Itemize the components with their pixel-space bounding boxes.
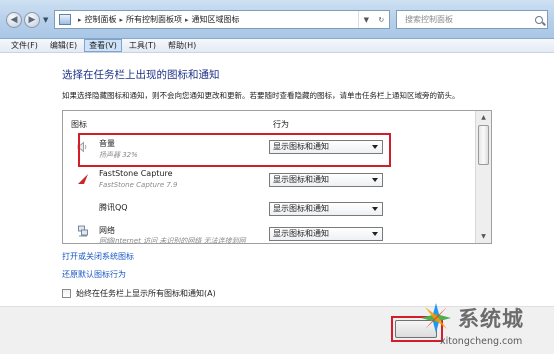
behavior-select-value: 显示图标和通知 <box>273 175 329 184</box>
history-dropdown-icon[interactable]: ▼ <box>43 16 48 24</box>
address-bar[interactable]: ▸ 控制面板 ▸ 所有控制面板项 ▸ 通知区域图标 ▼ ↻ <box>54 10 390 29</box>
chevron-right-icon[interactable]: ▸ <box>78 16 82 24</box>
chevron-right-icon[interactable]: ▸ <box>185 16 189 24</box>
breadcrumb-item[interactable]: 控制面板 <box>85 14 117 25</box>
qq-icon <box>77 197 89 209</box>
item-name: 网络 <box>99 226 115 235</box>
forward-arrow-icon: ▶ <box>28 14 36 25</box>
chevron-right-icon[interactable]: ▸ <box>120 16 124 24</box>
restore-defaults-link[interactable]: 还原默认图标行为 <box>62 269 126 280</box>
menu-help[interactable]: 帮助(H) <box>163 39 201 52</box>
chevron-down-icon <box>372 178 378 182</box>
breadcrumb-item[interactable]: 通知区域图标 <box>192 14 240 25</box>
back-arrow-icon: ◀ <box>10 14 18 25</box>
vertical-scrollbar[interactable]: ▲ ▼ <box>475 111 491 243</box>
refresh-icon[interactable]: ↻ <box>378 16 384 24</box>
item-name: FastStone Capture <box>99 169 173 178</box>
network-icon <box>78 225 88 237</box>
menu-bar: 文件(F) 编辑(E) 查看(V) 工具(T) 帮助(H) <box>0 39 554 53</box>
behavior-select-value: 显示图标和通知 <box>273 229 329 238</box>
highlight-annotation <box>78 133 391 167</box>
address-controls: ▼ ↻ <box>358 11 389 28</box>
item-name: 腾讯QQ <box>99 203 128 212</box>
scroll-up-icon[interactable]: ▲ <box>477 111 490 124</box>
system-icons-link[interactable]: 打开或关闭系统图标 <box>62 251 134 262</box>
menu-view[interactable]: 查看(V) <box>84 39 122 52</box>
item-subtitle: 网络Internet 访问 未识别的网络 无法连接到网 <box>99 237 246 244</box>
column-header-behavior: 行为 <box>273 120 289 129</box>
scrollbar-thumb[interactable] <box>478 125 489 165</box>
title-bar: ◀ ▶ ▼ ▸ 控制面板 ▸ 所有控制面板项 ▸ 通知区域图标 ▼ ↻ 搜索控制… <box>0 0 554 39</box>
watermark-url: xitongcheng.com <box>440 336 523 347</box>
search-placeholder: 搜索控制面板 <box>405 15 453 24</box>
page-description: 如果选择隐藏图标和通知，则不会向您通知更改和更新。若要随时查看隐藏的图标，请单击… <box>62 91 460 100</box>
watermark: 系统城 xitongcheng.com <box>418 300 554 353</box>
page-title: 选择在任务栏上出现的图标和通知 <box>62 69 220 81</box>
address-dropdown-icon[interactable]: ▼ <box>364 16 369 24</box>
list-item: 网络 网络Internet 访问 未识别的网络 无法连接到网 显示图标和通知 <box>63 222 475 244</box>
menu-tools[interactable]: 工具(T) <box>124 39 161 52</box>
icon-list-panel: 图标 行为 音量 扬声器 32% 显示图标和通知 FastStone Captu… <box>62 110 492 244</box>
forward-button[interactable]: ▶ <box>24 12 40 28</box>
breadcrumb-item[interactable]: 所有控制面板项 <box>126 14 182 25</box>
watermark-logo <box>421 303 451 333</box>
control-panel-icon <box>59 14 71 25</box>
menu-edit[interactable]: 编辑(E) <box>45 39 82 52</box>
search-icon[interactable] <box>535 15 543 24</box>
chevron-down-icon <box>372 207 378 211</box>
watermark-title: 系统城 <box>458 307 524 331</box>
behavior-select[interactable]: 显示图标和通知 <box>269 202 383 216</box>
always-show-label: 始终在任务栏上显示所有图标和通知(A) <box>76 289 216 298</box>
always-show-checkbox[interactable] <box>62 289 71 298</box>
chevron-down-icon <box>372 232 378 236</box>
faststone-icon <box>78 174 88 184</box>
menu-file[interactable]: 文件(F) <box>6 39 43 52</box>
scroll-down-icon[interactable]: ▼ <box>477 230 490 243</box>
behavior-select[interactable]: 显示图标和通知 <box>269 227 383 241</box>
back-button[interactable]: ◀ <box>6 12 22 28</box>
behavior-select[interactable]: 显示图标和通知 <box>269 173 383 187</box>
behavior-select-value: 显示图标和通知 <box>273 204 329 213</box>
search-input[interactable]: 搜索控制面板 <box>396 10 548 29</box>
column-header-icon: 图标 <box>71 120 87 129</box>
item-subtitle: FastStone Capture 7.9 <box>99 181 178 189</box>
always-show-option[interactable]: 始终在任务栏上显示所有图标和通知(A) <box>62 288 216 299</box>
